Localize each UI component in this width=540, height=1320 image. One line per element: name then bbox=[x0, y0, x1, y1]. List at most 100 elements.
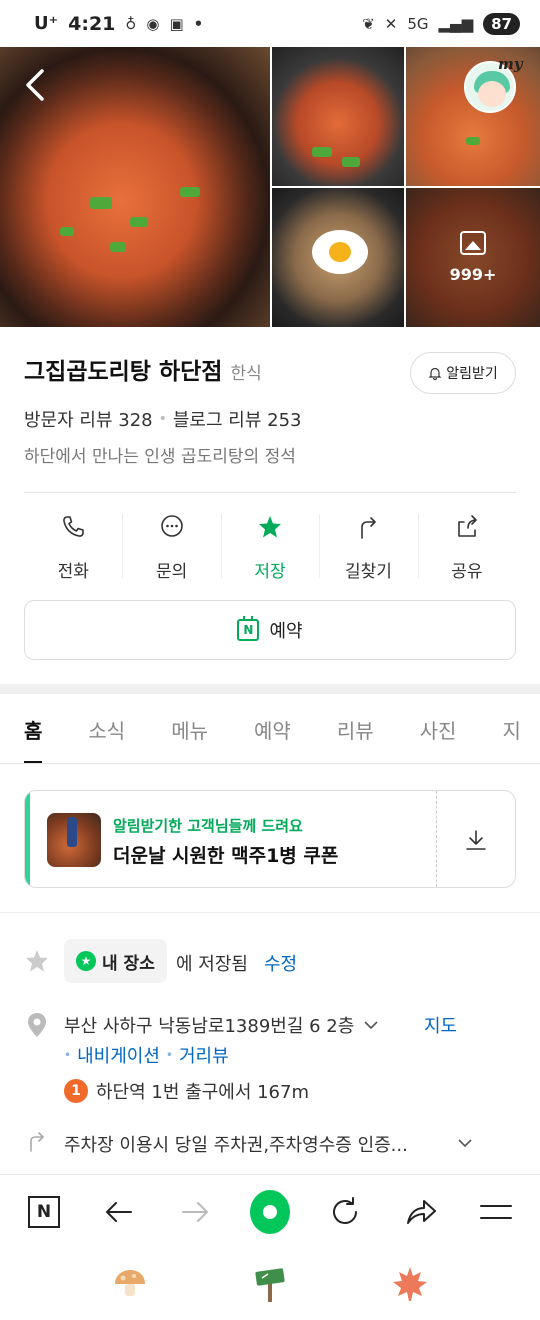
carrier-label: U⁺ bbox=[34, 13, 59, 34]
section-divider bbox=[0, 684, 540, 694]
naver-logo-icon: N bbox=[28, 1195, 60, 1228]
call-button[interactable]: 전화 bbox=[24, 510, 122, 582]
calendar-n-icon: N bbox=[237, 616, 260, 641]
tab-home[interactable]: 홈 bbox=[24, 694, 43, 763]
dot-icon: • bbox=[193, 14, 204, 33]
share-nav-button[interactable] bbox=[401, 1192, 441, 1232]
navigation-link[interactable]: 내비게이션 bbox=[77, 1042, 160, 1068]
naver-home-button[interactable]: N bbox=[24, 1192, 64, 1232]
place-category: 한식 bbox=[230, 364, 262, 384]
download-icon[interactable] bbox=[465, 829, 487, 851]
share-icon bbox=[458, 515, 477, 537]
mushroom-button[interactable] bbox=[108, 1262, 152, 1306]
chevron-down-icon bbox=[364, 1021, 378, 1030]
inquiry-button[interactable]: 문의 bbox=[122, 510, 220, 582]
coupon-title: 더운날 시원한 맥주1병 쿠폰 bbox=[113, 845, 339, 867]
scan-icon: ▣ bbox=[169, 14, 184, 33]
menu-button[interactable] bbox=[476, 1192, 516, 1232]
chat-icon bbox=[160, 515, 183, 537]
talk-icon: ◉ bbox=[146, 14, 160, 33]
tab-news[interactable]: 소식 bbox=[88, 694, 125, 763]
share-label: 공유 bbox=[451, 562, 483, 582]
green-dot-button[interactable] bbox=[249, 1189, 290, 1234]
forward-nav-button[interactable] bbox=[175, 1192, 215, 1232]
back-button[interactable] bbox=[18, 65, 58, 105]
coupon-separator bbox=[436, 791, 437, 887]
star-icon bbox=[259, 516, 282, 538]
blog-reviews-link[interactable]: 블로그 리뷰 253 bbox=[173, 406, 302, 432]
system-nav-bar bbox=[0, 1248, 540, 1320]
coupon-card[interactable]: 알림받기한 고객님들께 드려요 더운날 시원한 맥주1병 쿠폰 bbox=[24, 790, 516, 888]
bell-icon bbox=[428, 367, 442, 380]
signpost-button[interactable] bbox=[248, 1262, 292, 1306]
clock: 4:21 bbox=[68, 12, 116, 35]
place-name: 그집곱도리탕 하단점 bbox=[24, 359, 223, 385]
tab-menu[interactable]: 메뉴 bbox=[171, 694, 208, 763]
directions-label: 길찾기 bbox=[344, 562, 392, 582]
coupon-accent-bar bbox=[25, 791, 30, 887]
tab-reservation[interactable]: 예약 bbox=[254, 694, 291, 763]
separator-dot: • bbox=[158, 411, 167, 427]
reserve-button[interactable]: N 예약 bbox=[24, 600, 516, 660]
leaf-icon: ❦ bbox=[362, 14, 375, 33]
address-text: 부산 사하구 낙동남로1389번길 6 2층 bbox=[64, 1016, 355, 1037]
signal-icon: ▂▄▆ bbox=[438, 14, 474, 33]
alarm-label: 알림받기 bbox=[446, 366, 498, 382]
tab-bar: 홈 소식 메뉴 예약 리뷰 사진 지 bbox=[0, 694, 540, 764]
map-link[interactable]: 지도 bbox=[424, 1012, 457, 1038]
maple-leaf-button[interactable] bbox=[388, 1262, 432, 1306]
saved-text: 에 저장됨 bbox=[176, 954, 248, 975]
chevron-down-icon[interactable] bbox=[456, 1134, 474, 1152]
my-place-chip[interactable]: ★ 내 장소 bbox=[64, 939, 167, 983]
notification-icon: ♁ bbox=[125, 14, 137, 33]
directions-icon bbox=[361, 517, 377, 539]
subway-line-badge: 1 bbox=[64, 1079, 88, 1103]
photo-count: 999+ bbox=[449, 265, 497, 284]
visitor-reviews-link[interactable]: 방문자 리뷰 328 bbox=[24, 406, 153, 432]
maple-leaf-icon bbox=[393, 1267, 427, 1301]
nav-links: • 내비게이션 • 거리뷰 bbox=[64, 1042, 229, 1068]
address-row[interactable]: 부산 사하구 낙동남로1389번길 6 2층 bbox=[64, 1012, 380, 1038]
back-nav-button[interactable] bbox=[99, 1192, 139, 1232]
divider bbox=[24, 492, 516, 493]
edit-link[interactable]: 수정 bbox=[264, 950, 297, 976]
tab-photos[interactable]: 사진 bbox=[420, 694, 457, 763]
place-description: 하단에서 만나는 인생 곱도리탕의 정석 bbox=[24, 447, 296, 467]
arrow-right-icon bbox=[181, 1201, 208, 1222]
share-arrow-icon bbox=[406, 1199, 436, 1224]
directions-button[interactable]: 길찾기 bbox=[319, 510, 417, 582]
battery-badge: 87 bbox=[483, 12, 520, 35]
photo-thumb-3[interactable] bbox=[272, 188, 404, 327]
refresh-icon bbox=[333, 1196, 358, 1224]
save-label: 저장 bbox=[254, 562, 286, 582]
mute-icon: ✕ bbox=[384, 14, 398, 33]
station-row: 1 하단역 1번 출구에서 167m bbox=[64, 1078, 309, 1104]
station-text: 하단역 1번 출구에서 167m bbox=[96, 1082, 309, 1103]
parking-text[interactable]: 주차장 이용시 당일 주차권,주차영수증 인증... bbox=[64, 1131, 408, 1157]
divider bbox=[0, 912, 540, 913]
chevron-left-icon bbox=[26, 69, 44, 101]
coupon-thumbnail bbox=[47, 813, 101, 867]
network-label: 5G bbox=[407, 14, 429, 33]
star-badge-icon: ★ bbox=[76, 951, 96, 971]
share-button[interactable]: 공유 bbox=[417, 510, 516, 582]
my-label: my bbox=[498, 55, 523, 73]
refresh-button[interactable] bbox=[325, 1192, 365, 1232]
location-pin-icon bbox=[28, 1013, 46, 1037]
status-bar: U⁺ 4:21 ♁ ◉ ▣ • ❦ ✕ 5G ▂▄▆ 87 bbox=[0, 0, 540, 47]
place-title-row: 그집곱도리탕 하단점 한식 bbox=[24, 352, 262, 386]
coupon-subtitle: 알림받기한 고객님들께 드려요 bbox=[113, 817, 303, 835]
reserve-label: 예약 bbox=[269, 621, 303, 642]
phone-icon bbox=[63, 516, 85, 537]
saved-row bbox=[24, 948, 50, 974]
photo-thumb-1[interactable] bbox=[272, 47, 404, 186]
signpost-icon bbox=[255, 1268, 285, 1302]
tab-reviews[interactable]: 리뷰 bbox=[337, 694, 374, 763]
streetview-link[interactable]: 거리뷰 bbox=[179, 1042, 229, 1068]
tab-map[interactable]: 지 bbox=[502, 694, 520, 763]
photo-more-overlay[interactable]: 999+ bbox=[406, 188, 540, 327]
alarm-button[interactable]: 알림받기 bbox=[410, 352, 516, 394]
photo-gallery[interactable]: 999+ my bbox=[0, 47, 540, 327]
green-dot-icon bbox=[249, 1189, 290, 1234]
save-button[interactable]: 저장 bbox=[220, 510, 319, 582]
